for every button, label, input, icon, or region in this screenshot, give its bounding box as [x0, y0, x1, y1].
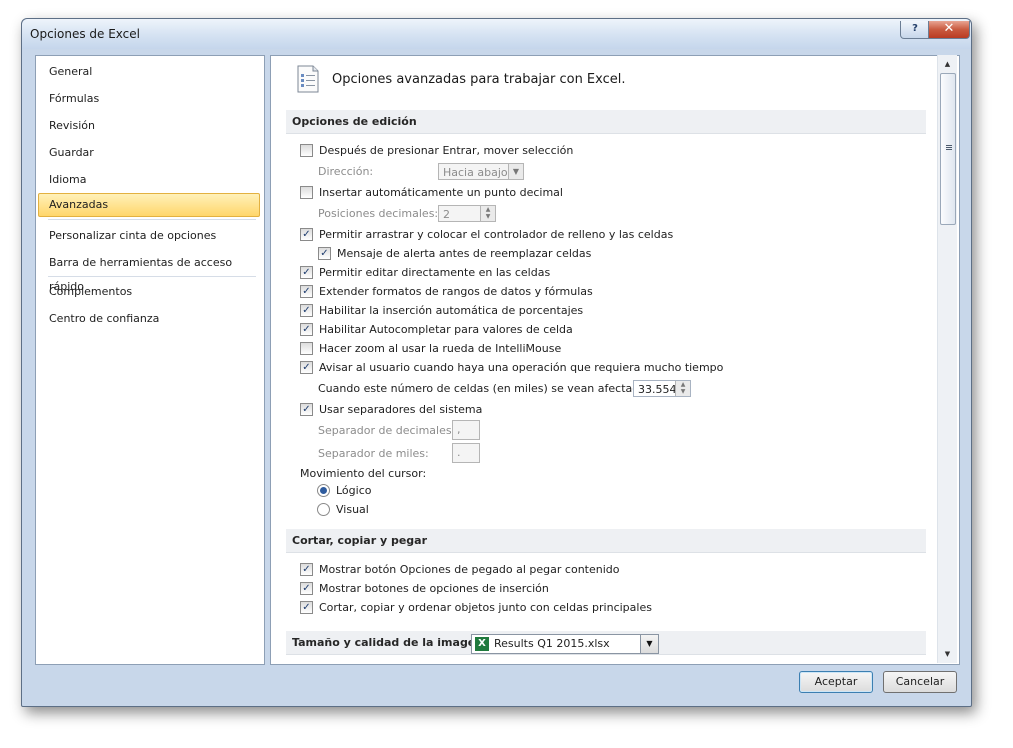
nav-item-complementos[interactable]: Complementos — [38, 280, 260, 304]
cut-sort-objects-checkbox[interactable]: ✓ — [300, 601, 313, 614]
cells-affected-value: 33.554 — [638, 383, 677, 396]
advanced-options-panel: Opciones avanzadas para trabajar con Exc… — [270, 55, 960, 665]
chevron-down-icon: ▼ — [640, 635, 658, 653]
system-separators-checkbox[interactable]: ✓ — [300, 403, 313, 416]
grip-line — [946, 145, 952, 146]
grip-line — [946, 147, 952, 148]
image-file-value: Results Q1 2015.xlsx — [494, 637, 610, 650]
extend-formats-label: Extender formatos de rangos de datos y f… — [319, 285, 593, 298]
decimal-places-spinner[interactable]: 2 ▲ ▼ — [438, 205, 496, 222]
direction-value: Hacia abajo — [443, 166, 508, 179]
insert-options-label: Mostrar botones de opciones de inserción — [319, 582, 549, 595]
nav-item-personalizar-cinta[interactable]: Personalizar cinta de opciones — [38, 224, 260, 248]
scroll-thumb[interactable] — [940, 73, 956, 225]
direction-label: Dirección: — [318, 165, 374, 178]
chevron-down-icon: ▼ — [508, 164, 523, 179]
fill-handle-label: Permitir arrastrar y colocar el controla… — [319, 228, 674, 241]
cells-affected-label: Cuando este número de celdas (en miles) … — [318, 382, 656, 395]
decimal-places-value: 2 — [443, 208, 450, 221]
window-title: Opciones de Excel — [30, 27, 140, 41]
cursor-logical-radio[interactable] — [317, 484, 330, 497]
cells-affected-spinner[interactable]: 33.554 ▲ ▼ — [633, 380, 691, 397]
title-bar: Opciones de Excel ? ✕ — [22, 19, 971, 49]
paste-options-label: Mostrar botón Opciones de pegado al pega… — [319, 563, 620, 576]
auto-decimal-checkbox[interactable] — [300, 186, 313, 199]
cut-sort-objects-label: Cortar, copiar y ordenar objetos junto c… — [319, 601, 652, 614]
page-title: Opciones avanzadas para trabajar con Exc… — [332, 72, 626, 87]
insert-options-checkbox[interactable]: ✓ — [300, 582, 313, 595]
alert-slow-label: Avisar al usuario cuando haya una operac… — [319, 361, 724, 374]
thousands-separator-label: Separador de miles: — [318, 447, 429, 460]
section-editing: Opciones de edición — [286, 110, 926, 134]
spin-arrows-icon: ▲ ▼ — [675, 381, 690, 396]
paste-options-checkbox[interactable]: ✓ — [300, 563, 313, 576]
decimal-separator-label: Separador de decimales: — [318, 424, 456, 437]
close-button[interactable]: ✕ — [928, 21, 970, 39]
excel-file-icon: X — [475, 637, 489, 651]
nav-item-barra-acceso-rapido[interactable]: Barra de herramientas de acceso rápido — [38, 251, 260, 293]
excel-options-dialog: Opciones de Excel ? ✕ General Fórmulas R… — [21, 18, 972, 707]
auto-percent-checkbox[interactable]: ✓ — [300, 304, 313, 317]
zoom-intellimouse-checkbox[interactable] — [300, 342, 313, 355]
alert-overwrite-label: Mensaje de alerta antes de reemplazar ce… — [337, 247, 592, 260]
nav-item-centro-confianza[interactable]: Centro de confianza — [38, 307, 260, 331]
system-separators-label: Usar separadores del sistema — [319, 403, 483, 416]
cursor-movement-label: Movimiento del cursor: — [300, 467, 427, 480]
settings-page-icon — [295, 64, 321, 94]
extend-formats-checkbox[interactable]: ✓ — [300, 285, 313, 298]
after-enter-label: Después de presionar Entrar, mover selec… — [319, 144, 574, 157]
fill-handle-checkbox[interactable]: ✓ — [300, 228, 313, 241]
autocomplete-checkbox[interactable]: ✓ — [300, 323, 313, 336]
section-cut-copy-paste: Cortar, copiar y pegar — [286, 529, 926, 553]
nav-item-idioma[interactable]: Idioma — [38, 168, 260, 192]
edit-in-cells-label: Permitir editar directamente en las celd… — [319, 266, 551, 279]
cursor-visual-label: Visual — [336, 503, 369, 516]
ok-button[interactable]: Aceptar — [799, 671, 873, 693]
direction-select[interactable]: Hacia abajo ▼ — [438, 163, 524, 180]
after-enter-checkbox[interactable] — [300, 144, 313, 157]
scroll-up-icon[interactable]: ▲ — [938, 57, 957, 72]
zoom-intellimouse-label: Hacer zoom al usar la rueda de IntelliMo… — [319, 342, 562, 355]
scroll-down-icon[interactable]: ▼ — [938, 647, 957, 662]
nav-item-general[interactable]: General — [38, 60, 260, 84]
alert-slow-checkbox[interactable]: ✓ — [300, 361, 313, 374]
cursor-logical-label: Lógico — [336, 484, 372, 497]
nav-panel: General Fórmulas Revisión Guardar Idioma… — [35, 55, 265, 665]
decimal-places-label: Posiciones decimales: — [318, 207, 439, 220]
spin-arrows-icon: ▲ ▼ — [480, 206, 495, 221]
nav-item-revision[interactable]: Revisión — [38, 114, 260, 138]
auto-decimal-label: Insertar automáticamente un punto decima… — [319, 186, 563, 199]
nav-item-formulas[interactable]: Fórmulas — [38, 87, 260, 111]
thousands-separator-input[interactable]: . — [452, 443, 480, 463]
image-file-select[interactable]: X Results Q1 2015.xlsx ▼ — [471, 634, 659, 654]
edit-in-cells-checkbox[interactable]: ✓ — [300, 266, 313, 279]
nav-divider — [48, 219, 256, 220]
nav-item-guardar[interactable]: Guardar — [38, 141, 260, 165]
nav-divider — [48, 276, 256, 277]
cancel-button[interactable]: Cancelar — [883, 671, 957, 693]
auto-percent-label: Habilitar la inserción automática de por… — [319, 304, 584, 317]
vertical-scrollbar[interactable]: ▲ ▼ — [937, 55, 957, 663]
cursor-visual-radio[interactable] — [317, 503, 330, 516]
grip-line — [946, 149, 952, 150]
autocomplete-label: Habilitar Autocompletar para valores de … — [319, 323, 573, 336]
help-button[interactable]: ? — [900, 21, 930, 39]
nav-item-avanzadas[interactable]: Avanzadas — [38, 193, 260, 217]
decimal-separator-input[interactable]: , — [452, 420, 480, 440]
alert-overwrite-checkbox[interactable]: ✓ — [318, 247, 331, 260]
